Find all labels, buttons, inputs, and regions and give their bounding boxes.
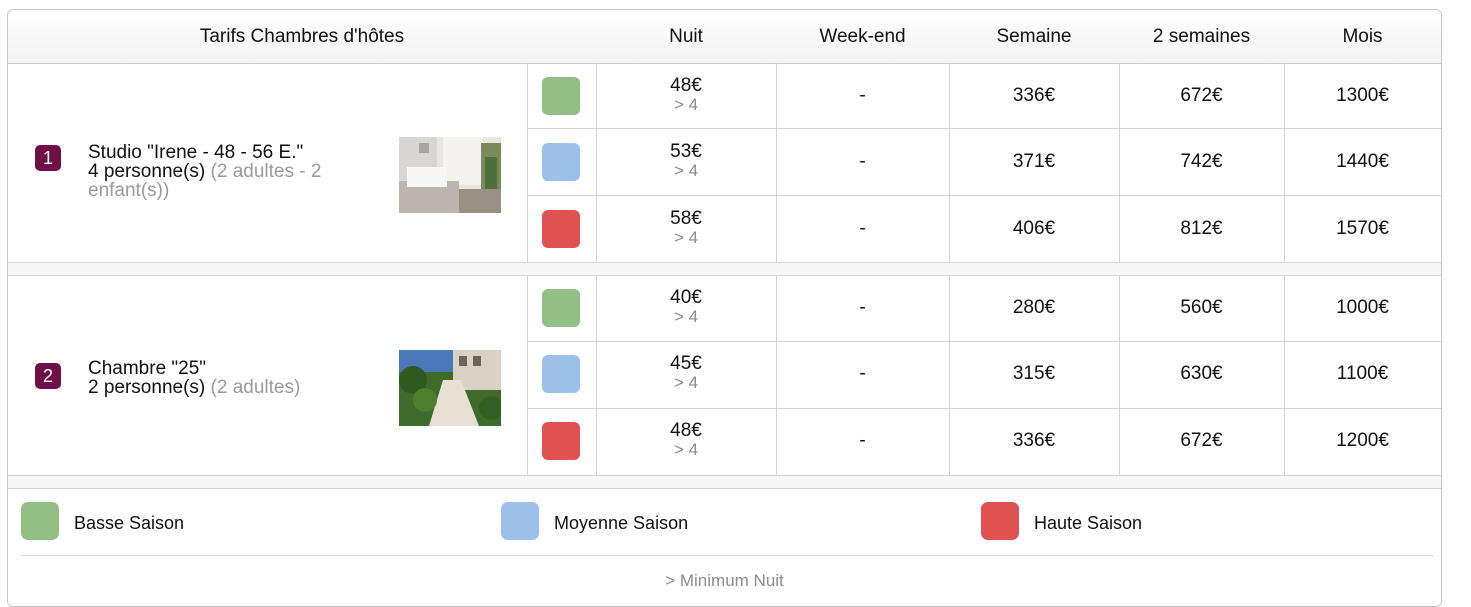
legend-divider [21, 555, 1433, 556]
rate-mois: 1300€ [1336, 84, 1389, 106]
rate-nuit-value: 48€ [670, 74, 702, 96]
header-weekend: Week-end [776, 10, 950, 64]
room-capacity: 2 personne(s) [88, 377, 206, 398]
season-swatch-basse [542, 288, 580, 327]
season-swatch-basse [542, 76, 580, 115]
rate-semaine: 371€ [1012, 150, 1056, 172]
grid-line [527, 408, 1441, 409]
grid-line [1284, 63, 1285, 262]
rate-mois: 1200€ [1336, 429, 1389, 451]
rate-weekend: - [859, 150, 866, 172]
rate-nuit-value: 53€ [670, 140, 702, 162]
room-number-badge: 1 [35, 145, 61, 171]
legend-label-moyenne: Moyenne Saison [554, 513, 689, 533]
header-title: Tarifs Chambres d'hôtes [8, 10, 597, 64]
grid-line [1284, 275, 1285, 475]
grid-line [776, 275, 777, 475]
rate-semaine: 315€ [1012, 362, 1056, 384]
rate-2semaines: 742€ [1180, 150, 1223, 172]
grid-line [949, 275, 950, 475]
rate-mois: 1100€ [1336, 362, 1389, 384]
rate-2semaines: 560€ [1180, 296, 1223, 318]
rate-2semaines: 812€ [1180, 217, 1223, 239]
rate-2semaines: 672€ [1180, 84, 1223, 106]
rate-nuit-value: 48€ [670, 419, 702, 441]
grid-line [596, 275, 597, 475]
legend-swatch-basse [21, 502, 59, 540]
season-swatch-haute [542, 209, 580, 248]
grid-line [949, 63, 950, 262]
grid-line [1119, 275, 1120, 475]
rate-weekend: - [859, 217, 866, 239]
rate-nuit: 48€ > 4 [596, 76, 776, 114]
legend-swatch-haute [981, 502, 1019, 540]
garden-path-photo-icon [399, 350, 501, 426]
legend-swatch-moyenne [501, 502, 539, 540]
grid-line [527, 341, 1441, 342]
rate-nuit-minimum: > 4 [673, 372, 699, 392]
grid-line [776, 63, 777, 262]
legend-label-haute: Haute Saison [1034, 513, 1143, 533]
rate-nuit: 53€ > 4 [596, 142, 776, 180]
grid-line [527, 63, 528, 262]
row-separator [8, 475, 1441, 489]
grid-line [527, 128, 1441, 129]
rates-table: Tarifs Chambres d'hôtes Nuit Week-end Se… [7, 9, 1442, 607]
legend-label-basse: Basse Saison [74, 513, 185, 533]
room-capacity: 4 personne(s) [88, 161, 206, 182]
rate-2semaines: 672€ [1180, 429, 1223, 451]
rate-mois: 1440€ [1336, 150, 1389, 172]
header-mois: Mois [1284, 10, 1441, 64]
rate-nuit-minimum: > 4 [673, 306, 699, 326]
rate-nuit-value: 40€ [670, 286, 702, 308]
header-2semaines: 2 semaines [1119, 10, 1285, 64]
rate-weekend: - [859, 296, 866, 318]
rate-nuit-minimum: > 4 [673, 227, 699, 247]
header-nuit: Nuit [596, 10, 777, 64]
season-swatch-moyenne [542, 142, 580, 181]
room-description: Studio "Irene - 48 - 56 E." 4 personne(s… [88, 143, 378, 200]
season-swatch-haute [542, 421, 580, 460]
room-number-badge: 2 [35, 363, 61, 389]
rate-nuit: 40€ > 4 [596, 288, 776, 326]
rate-nuit: 48€ > 4 [596, 421, 776, 459]
grid-line [527, 195, 1441, 196]
rate-nuit: 45€ > 4 [596, 354, 776, 392]
rate-nuit: 58€ > 4 [596, 209, 776, 247]
rate-weekend: - [859, 84, 866, 106]
row-separator [8, 262, 1441, 276]
rate-mois: 1000€ [1336, 296, 1389, 318]
grid-line [596, 63, 597, 262]
season-swatch-moyenne [542, 354, 580, 393]
minimum-night-footnote: > Minimum Nuit [665, 571, 784, 590]
rate-semaine: 336€ [1012, 84, 1056, 106]
rate-semaine: 280€ [1012, 296, 1056, 318]
header-semaine: Semaine [949, 10, 1120, 64]
grid-line [527, 275, 528, 475]
room-capacity-detail: (2 adultes) [210, 377, 301, 398]
rate-semaine: 406€ [1012, 217, 1056, 239]
rate-semaine: 336€ [1012, 429, 1056, 451]
rate-weekend: - [859, 362, 866, 384]
rate-nuit-minimum: > 4 [673, 94, 699, 114]
room-name[interactable]: Chambre "25" [88, 359, 378, 378]
room-photo[interactable] [399, 137, 501, 213]
room-description: Chambre "25" 2 personne(s) (2 adultes) [88, 359, 378, 397]
rate-mois: 1570€ [1336, 217, 1389, 239]
grid-line [1119, 63, 1120, 262]
room-photo[interactable] [399, 350, 501, 426]
room-interior-photo-icon [399, 137, 501, 213]
rate-2semaines: 630€ [1180, 362, 1223, 384]
rate-nuit-minimum: > 4 [673, 160, 699, 180]
rate-nuit-minimum: > 4 [673, 439, 699, 459]
rate-nuit-value: 58€ [670, 207, 702, 229]
room-name[interactable]: Studio "Irene - 48 - 56 E." [88, 143, 378, 162]
rate-nuit-value: 45€ [670, 352, 702, 374]
rate-weekend: - [859, 429, 866, 451]
